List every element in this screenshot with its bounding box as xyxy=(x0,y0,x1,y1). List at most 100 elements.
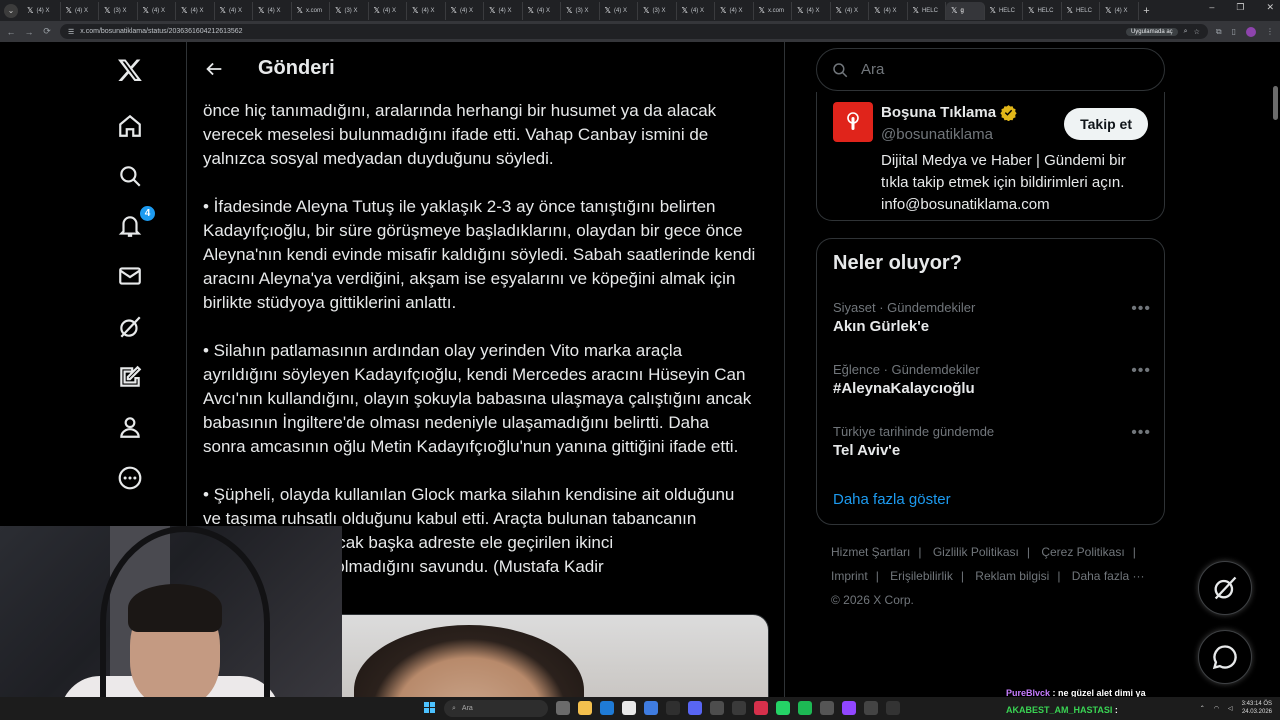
profile-icon[interactable] xyxy=(116,413,144,441)
show-more-link[interactable]: Daha fazla göster xyxy=(833,491,951,508)
obs-icon[interactable] xyxy=(886,701,900,715)
app-icon[interactable] xyxy=(864,701,878,715)
app-icon[interactable] xyxy=(732,701,746,715)
taskbar-search[interactable]: ⌕ Ara xyxy=(444,700,548,717)
browser-tab[interactable]: 𝕏 HELC xyxy=(985,1,1023,20)
browser-tab[interactable]: 𝕏 (4) X xyxy=(600,1,638,20)
windows-start-icon[interactable] xyxy=(424,702,436,714)
browser-tab[interactable]: 𝕏 (4) X xyxy=(523,1,561,20)
browser-tab[interactable]: 𝕏 (4) X xyxy=(831,1,869,20)
app-icon[interactable] xyxy=(754,701,768,715)
notifications-icon[interactable]: 4 xyxy=(116,206,155,240)
page-scrollbar[interactable] xyxy=(1273,86,1278,120)
footer-link[interactable]: Çerez Politikası xyxy=(1041,545,1124,559)
sidebar-icon[interactable]: ▯ xyxy=(1232,27,1236,36)
close-window-icon[interactable]: ✕ xyxy=(1266,2,1274,13)
task-view-icon[interactable] xyxy=(556,701,570,715)
minimize-icon[interactable]: – xyxy=(1209,2,1214,13)
tray-chevron-icon[interactable]: ⌃ xyxy=(1200,705,1205,712)
browser-tab[interactable]: 𝕏 (4) X xyxy=(253,1,292,20)
browser-tab[interactable]: 𝕏 (4) X xyxy=(1100,1,1139,20)
trend-item[interactable]: Türkiye tarihinde gündemde Tel Aviv'e ••… xyxy=(833,424,1151,474)
twitch-icon[interactable] xyxy=(842,701,856,715)
forward-icon[interactable]: → xyxy=(24,27,34,37)
trend-more-icon[interactable]: ••• xyxy=(1131,424,1151,442)
browser-menu-icon[interactable]: ⋮ xyxy=(1266,27,1274,36)
back-arrow-icon[interactable] xyxy=(203,58,225,80)
extensions-icon[interactable]: ⧉ xyxy=(1216,27,1222,37)
bookmark-star-icon[interactable]: ☆ xyxy=(1194,28,1200,36)
footer-link[interactable]: Erişilebilirlik xyxy=(890,569,953,583)
browser-tab[interactable]: 𝕏 (4) X xyxy=(61,1,99,20)
browser-tab[interactable]: 𝕏 (4) X xyxy=(869,1,908,20)
browser-tab[interactable]: 𝕏 (4) X xyxy=(446,1,484,20)
profile-card-name[interactable]: Boşuna Tıklama xyxy=(881,104,996,121)
browser-tab[interactable]: 𝕏x.com xyxy=(292,1,330,20)
search-input[interactable]: Ara xyxy=(816,48,1165,91)
browser-tab[interactable]: 𝕏 (3) X xyxy=(99,1,138,20)
trend-item[interactable]: Eğlence · Gündemdekiler #AleynaKalaycıoğ… xyxy=(833,362,1151,412)
open-in-app-button[interactable]: Uygulamada aç xyxy=(1125,27,1178,36)
browser-tab[interactable]: 𝕏 (4) X xyxy=(484,1,523,20)
compose-icon[interactable] xyxy=(116,363,144,391)
footer-link[interactable]: Reklam bilgisi xyxy=(975,569,1049,583)
chrome-icon[interactable] xyxy=(622,701,636,715)
trend-more-icon[interactable]: ••• xyxy=(1131,362,1151,380)
tab-label: (4) X xyxy=(228,7,242,14)
browser-tab[interactable]: 𝕏 HELC xyxy=(1062,1,1100,20)
search-icon[interactable] xyxy=(116,162,144,190)
network-icon[interactable]: ◠ xyxy=(1214,705,1219,712)
site-info-icon[interactable]: ☰ xyxy=(68,28,74,36)
browser-tab[interactable]: 𝕏g xyxy=(946,1,985,20)
reload-icon[interactable]: ⟳ xyxy=(42,26,52,37)
new-tab-button[interactable]: + xyxy=(1139,5,1155,17)
file-explorer-icon[interactable] xyxy=(578,701,592,715)
footer-link[interactable]: Imprint xyxy=(831,569,868,583)
app-icon[interactable] xyxy=(666,701,680,715)
browser-tab[interactable]: 𝕏 (4) X xyxy=(215,1,253,20)
browser-tab[interactable]: 𝕏 HELC xyxy=(1023,1,1062,20)
browser-tab[interactable]: 𝕏 (4) X xyxy=(138,1,176,20)
grok-icon[interactable] xyxy=(116,313,144,341)
whatsapp-icon[interactable] xyxy=(776,701,790,715)
volume-icon[interactable]: ◁ xyxy=(1228,705,1233,712)
spotify-icon[interactable] xyxy=(798,701,812,715)
browser-tab[interactable]: 𝕏 (3) X xyxy=(638,1,677,20)
tab-search-button[interactable]: ⌄ xyxy=(4,3,18,18)
profile-avatar[interactable] xyxy=(1246,26,1256,37)
discord-icon[interactable] xyxy=(688,701,702,715)
browser-tab[interactable]: 𝕏 (4) X xyxy=(369,1,407,20)
browser-tab[interactable]: 𝕏 (3) X xyxy=(561,1,600,20)
messages-fab-button[interactable] xyxy=(1198,630,1252,684)
browser-tab[interactable]: 𝕏 (4) X xyxy=(677,1,715,20)
x-logo-icon[interactable] xyxy=(116,56,144,84)
footer-link[interactable]: Gizlilik Politikası xyxy=(933,545,1019,559)
footer-link[interactable]: Hizmet Şartları xyxy=(831,545,910,559)
more-icon[interactable] xyxy=(116,464,144,492)
profile-card-avatar[interactable] xyxy=(833,102,873,142)
app-icon[interactable] xyxy=(710,701,724,715)
messages-icon[interactable] xyxy=(116,262,144,290)
maximize-icon[interactable]: ❐ xyxy=(1236,2,1244,13)
browser-tab[interactable]: 𝕏x.com xyxy=(754,1,792,20)
grok-fab-button[interactable] xyxy=(1198,561,1252,615)
browser-tab[interactable]: 𝕏 (4) X xyxy=(792,1,831,20)
address-bar[interactable]: ☰ x.com/bosunatiklama/status/20363616042… xyxy=(60,24,1208,39)
home-icon[interactable] xyxy=(116,112,144,140)
footer-more-link[interactable]: Daha fazla ··· xyxy=(1072,569,1145,583)
browser-tab[interactable]: 𝕏 (4) X xyxy=(715,1,754,20)
app-icon[interactable] xyxy=(820,701,834,715)
store-icon[interactable] xyxy=(644,701,658,715)
zoom-icon[interactable]: ⌕ xyxy=(1184,28,1188,36)
browser-tab[interactable]: 𝕏 (4) X xyxy=(22,1,61,20)
taskbar-clock[interactable]: 3:43:14 ÖS 24.03.2026 xyxy=(1242,700,1272,716)
trend-item[interactable]: Siyaset · Gündemdekiler Akın Gürlek'e ••… xyxy=(833,300,1151,350)
browser-tab[interactable]: 𝕏 (4) X xyxy=(176,1,215,20)
browser-tab[interactable]: 𝕏 HELC xyxy=(908,1,946,20)
trend-more-icon[interactable]: ••• xyxy=(1131,300,1151,318)
back-icon[interactable]: ← xyxy=(6,27,16,37)
browser-tab[interactable]: 𝕏 (4) X xyxy=(407,1,446,20)
follow-button[interactable]: Takip et xyxy=(1064,108,1148,140)
edge-icon[interactable] xyxy=(600,701,614,715)
browser-tab[interactable]: 𝕏 (3) X xyxy=(330,1,369,20)
